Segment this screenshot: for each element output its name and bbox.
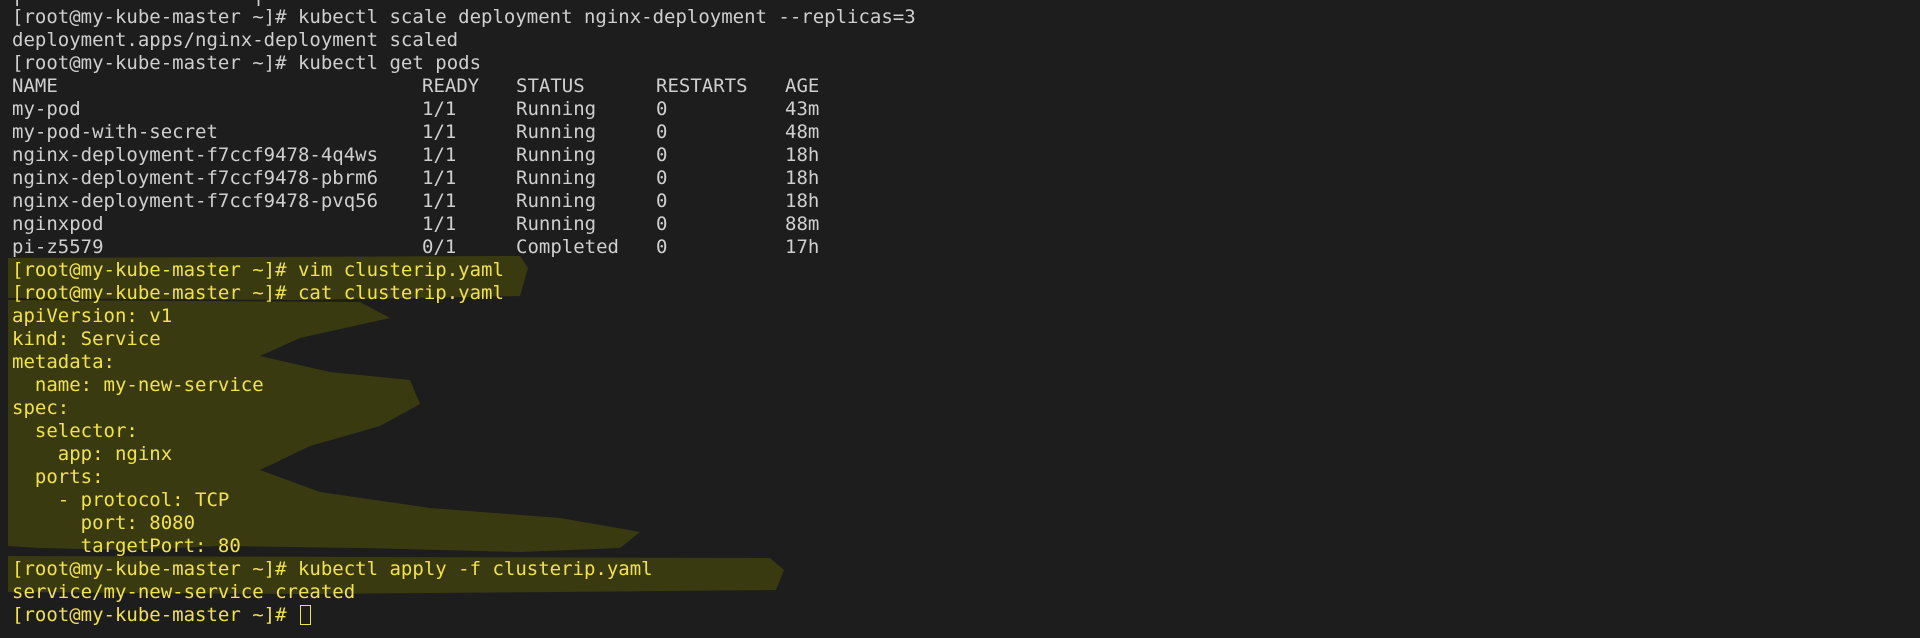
- pod-age: 43m: [785, 98, 820, 120]
- pod-age: 48m: [785, 121, 820, 143]
- shell-prompt: [root@my-kube-master ~]#: [12, 259, 298, 281]
- yaml-line: spec:: [12, 397, 70, 419]
- column-header-status: STATUS: [516, 75, 585, 97]
- command-text: cat clusterip.yaml: [297, 282, 504, 304]
- pod-age: 18h: [785, 167, 820, 189]
- pod-ready: 1/1: [422, 144, 457, 166]
- yaml-line: port: 8080: [12, 512, 196, 534]
- terminal-cursor[interactable]: [299, 605, 311, 625]
- yaml-line: app: nginx: [12, 443, 173, 465]
- pod-age: 17h: [785, 236, 820, 258]
- pod-status: Completed: [516, 236, 619, 258]
- pod-restarts: 0: [656, 167, 668, 189]
- pod-restarts: 0: [656, 98, 668, 120]
- pod-status: Running: [516, 190, 597, 212]
- table-row: nginx-deployment-f7ccf9478-pvq56 1/1 Runni…: [12, 190, 1920, 213]
- pod-restarts: 0: [656, 236, 668, 258]
- shell-prompt: [root@my-kube-master ~]#: [12, 6, 298, 28]
- table-row: pi-z5579 0/1 Completed 0 17h: [12, 236, 1920, 259]
- command-text: kubectl scale deployment nginx-deploymen…: [297, 6, 916, 28]
- pod-restarts: 0: [656, 190, 668, 212]
- command-text: kubectl apply -f clusterip.yaml: [297, 558, 653, 580]
- command-output: service/my-new-service created: [12, 581, 356, 603]
- pod-restarts: 0: [656, 213, 668, 235]
- pod-name: pi-z5579: [12, 236, 104, 258]
- pod-name: nginx-deployment-f7ccf9478-pvq56: [12, 190, 379, 212]
- table-row: nginx-deployment-f7ccf9478-pbrm6 1/1 Runni…: [12, 167, 1920, 190]
- shell-prompt: [root@my-kube-master ~]#: [12, 282, 298, 304]
- pod-name: my-pod-with-secret: [12, 121, 218, 143]
- command-text: vim clusterip.yaml: [297, 259, 504, 281]
- table-row: nginxpod 1/1 Running 0 88m: [12, 213, 1920, 236]
- pod-ready: 1/1: [422, 98, 457, 120]
- pod-name: nginxpod: [12, 213, 104, 235]
- terminal-output: [ ] [root@my-kube-master ~]# kubectl sca…: [12, 0, 1920, 627]
- pod-status: Running: [516, 121, 597, 143]
- pod-name: nginx-deployment-f7ccf9478-pbrm6: [12, 167, 379, 189]
- table-row: my-pod-with-secret 1/1 Running 0 48m: [12, 121, 1920, 144]
- pod-name: my-pod: [12, 98, 81, 120]
- pod-restarts: 0: [656, 121, 668, 143]
- command-line: [root@my-kube-master ~]# kubectl scale d…: [12, 6, 1920, 29]
- pods-table-header: NAME READY STATUS RESTARTS AGE: [12, 75, 1920, 98]
- column-header-name: NAME: [12, 75, 58, 97]
- column-header-ready: READY: [422, 75, 480, 97]
- command-output: deployment.apps/nginx-deployment scaled: [12, 29, 459, 51]
- yaml-line: apiVersion: v1: [12, 305, 173, 327]
- pod-ready: 1/1: [422, 167, 457, 189]
- yaml-line: - protocol: TCP: [12, 489, 230, 511]
- pod-status: Running: [516, 98, 597, 120]
- shell-prompt: [root@my-kube-master ~]#: [12, 52, 298, 74]
- column-header-age: AGE: [785, 75, 820, 97]
- pod-age: 18h: [785, 190, 820, 212]
- yaml-line: kind: Service: [12, 328, 161, 350]
- yaml-line: name: my-new-service: [12, 374, 264, 396]
- shell-prompt: [root@my-kube-master ~]#: [12, 558, 298, 580]
- pod-status: Running: [516, 167, 597, 189]
- pod-ready: 1/1: [422, 213, 457, 235]
- terminal-window[interactable]: [ ] [root@my-kube-master ~]# kubectl sca…: [0, 0, 1920, 638]
- column-header-restarts: RESTARTS: [656, 75, 748, 97]
- yaml-line: targetPort: 80: [12, 535, 241, 557]
- pod-ready: 1/1: [422, 121, 457, 143]
- pod-status: Running: [516, 213, 597, 235]
- pod-ready: 0/1: [422, 236, 457, 258]
- pod-name: nginx-deployment-f7ccf9478-4q4ws: [12, 144, 379, 166]
- pod-status: Running: [516, 144, 597, 166]
- yaml-line: selector:: [12, 420, 138, 442]
- shell-prompt: [root@my-kube-master ~]#: [12, 604, 298, 626]
- command-line: [root@my-kube-master ~]# cat clusterip.y…: [12, 282, 1920, 305]
- table-row: nginx-deployment-f7ccf9478-4q4ws 1/1 Runni…: [12, 144, 1920, 167]
- table-row: my-pod 1/1 Running 0 43m: [12, 98, 1920, 121]
- yaml-line: ports:: [12, 466, 104, 488]
- yaml-line: metadata:: [12, 351, 115, 373]
- command-line: [root@my-kube-master ~]# kubectl get pod…: [12, 52, 1920, 75]
- pod-ready: 1/1: [422, 190, 457, 212]
- pod-restarts: 0: [656, 144, 668, 166]
- pod-age: 18h: [785, 144, 820, 166]
- command-text: kubectl get pods: [297, 52, 482, 74]
- pod-age: 88m: [785, 213, 820, 235]
- command-line: [root@my-kube-master ~]# vim clusterip.y…: [12, 259, 1920, 282]
- active-prompt-line[interactable]: [root@my-kube-master ~]#: [12, 604, 1920, 627]
- command-line: [root@my-kube-master ~]# kubectl apply -…: [12, 558, 1920, 581]
